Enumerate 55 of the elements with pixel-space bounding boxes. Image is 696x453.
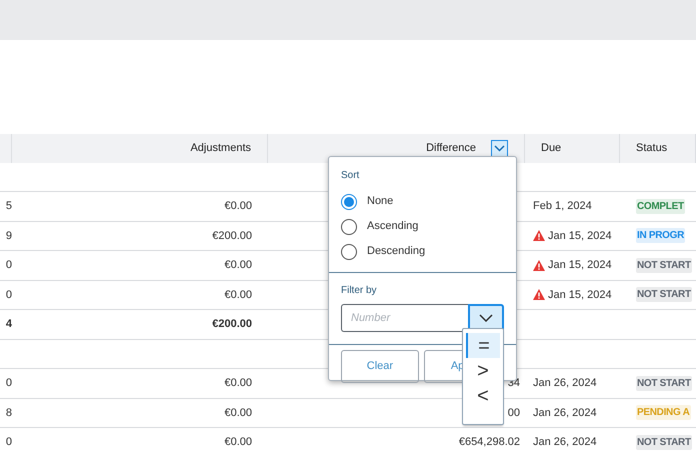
table-cell-text: €200.00 (212, 317, 252, 332)
table-cell-text: 9 (6, 228, 12, 244)
table-cell-text: 0 (6, 258, 12, 273)
radio-option[interactable]: Ascending (341, 214, 504, 239)
table-cell-text: €200.00 (212, 228, 252, 244)
table-cell-text: 0 (6, 376, 12, 391)
table-cell-text: 0 (6, 288, 12, 302)
number-input-field[interactable]: Number (341, 304, 468, 332)
table-cell-text: €0.00 (224, 435, 252, 450)
table-cell-text: Jan 26, 2024 (533, 406, 597, 420)
table-cell-text: 4 (6, 317, 12, 332)
column-header: Difference (426, 141, 476, 156)
clear-button[interactable]: Clear (341, 350, 419, 383)
section-label: Filter by (341, 284, 378, 298)
warning-icon (533, 289, 545, 300)
table-cell-text: Jan 26, 2024 (533, 376, 597, 391)
table-cell-text: Jan 15, 2024 (548, 228, 612, 244)
table-cell-text: 5 (6, 199, 12, 214)
radio-option[interactable]: None (341, 189, 504, 214)
status-tag: NOT START (636, 376, 692, 391)
table-cell-text: Jan 15, 2024 (548, 258, 612, 273)
status-tag: PENDING A (636, 405, 690, 420)
table-cell-text: 0 (6, 435, 12, 450)
operator-option[interactable]: > (466, 358, 500, 383)
column-header: Adjustments (190, 141, 251, 156)
table-cell-text: Jan 26, 2024 (533, 435, 597, 450)
radio-button[interactable] (341, 244, 357, 260)
table-cell-text: 8 (6, 406, 12, 420)
section-label: Sort (341, 169, 360, 183)
warning-icon (533, 230, 545, 242)
table-cell-text: Jan 15, 2024 (548, 288, 612, 302)
column-header: Status (636, 141, 668, 156)
status-tag: COMPLET (636, 198, 685, 214)
operator-option[interactable]: = (466, 333, 500, 358)
warning-icon (533, 260, 545, 271)
operator-option[interactable]: < (466, 383, 500, 408)
chevron-down-icon (479, 314, 493, 322)
radio-option[interactable]: Descending (341, 239, 504, 264)
column-filter-button[interactable] (491, 140, 508, 157)
table-cell-text: €0.00 (224, 199, 252, 214)
status-tag: NOT START (636, 287, 692, 302)
table-cell-text: 00 (508, 406, 520, 420)
column-header: Due (541, 141, 562, 156)
table-cell-text: €654,298.02 (458, 435, 520, 450)
status-tag: IN PROGR (636, 228, 686, 244)
status-tag: NOT START (636, 434, 692, 450)
chevron-down-icon (494, 145, 505, 152)
table-cell-text: Feb 1, 2024 (533, 199, 592, 214)
table-cell-text: €0.00 (224, 258, 252, 273)
status-tag: NOT START (636, 258, 692, 273)
radio-button[interactable] (341, 218, 357, 234)
table-cell-text: €0.00 (224, 406, 252, 420)
table-cell-text: €0.00 (224, 288, 252, 302)
radio-button[interactable] (341, 194, 357, 210)
table-cell-text: €0.00 (224, 376, 252, 391)
